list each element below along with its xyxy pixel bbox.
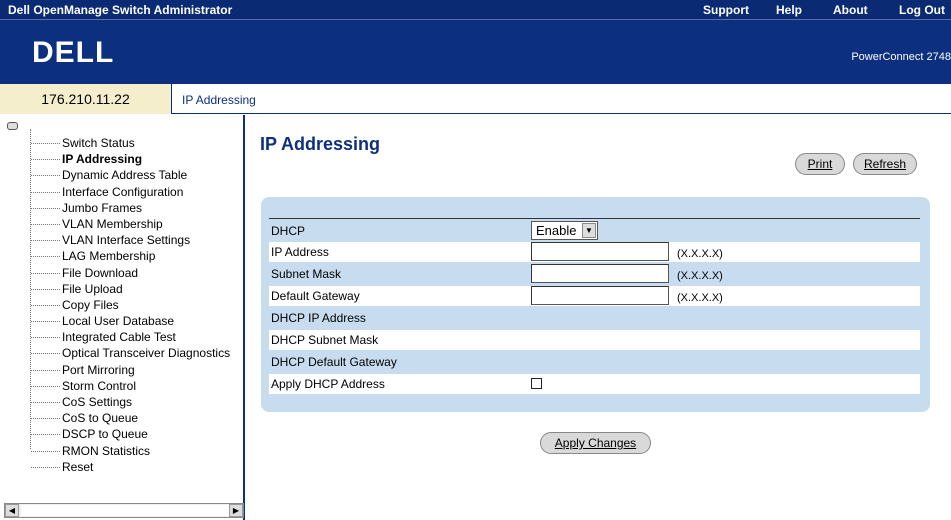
main-content: IP Addressing Print Refresh DHCP Enable …	[247, 115, 951, 520]
tree-item-interface-configuration[interactable]: Interface Configuration	[0, 184, 230, 200]
dhcp-label: DHCP	[271, 224, 306, 238]
top-menu-bar: Dell OpenManage Switch Administrator Sup…	[0, 0, 951, 20]
menu-support[interactable]: Support	[703, 3, 749, 17]
tree-item-label: DSCP to Queue	[62, 427, 148, 442]
panel-divider	[269, 218, 920, 219]
tree-item-local-user-database[interactable]: Local User Database	[0, 313, 230, 329]
tree-item-vlan-membership[interactable]: VLAN Membership	[0, 216, 230, 232]
device-ip: 176.210.11.22	[0, 84, 172, 114]
page-title: IP Addressing	[260, 134, 381, 154]
tree-item-switch-status[interactable]: Switch Status	[0, 135, 230, 151]
app-title: Dell OpenManage Switch Administrator	[8, 3, 233, 17]
tree-item-label: Storm Control	[62, 378, 137, 393]
tree-item-label: Dynamic Address Table	[62, 168, 188, 183]
tree-item-storm-control[interactable]: Storm Control	[0, 378, 230, 394]
menu-help[interactable]: Help	[776, 3, 802, 17]
tree-item-rmon-statistics[interactable]: RMON Statistics	[0, 443, 230, 459]
tree-list: Switch Status IP Addressing Dynamic Addr…	[0, 135, 230, 475]
settings-panel: DHCP Enable ▼ IP Address (X.X.X.X) Subne…	[261, 197, 930, 412]
default-gateway-label: Default Gateway	[271, 289, 360, 303]
dhcp-select[interactable]: Enable ▼	[531, 221, 598, 240]
ip-address-label: IP Address	[271, 245, 329, 259]
ip-address-input[interactable]	[531, 242, 669, 261]
ip-address-row: IP Address (X.X.X.X)	[269, 242, 920, 262]
tree-item-label: LAG Membership	[62, 249, 156, 264]
gateway-format-hint: (X.X.X.X)	[677, 292, 723, 304]
apply-dhcp-checkbox[interactable]	[531, 378, 542, 389]
dhcp-subnet-mask-row: DHCP Subnet Mask	[269, 330, 920, 350]
scrollbar-track[interactable]	[21, 505, 229, 516]
apply-dhcp-address-row: Apply DHCP Address	[269, 374, 920, 394]
dhcp-ip-address-label: DHCP IP Address	[271, 311, 366, 325]
tree-item-optical-transceiver-diagnostics[interactable]: Optical Transceiver Diagnostics	[0, 345, 230, 361]
tree-item-label: Switch Status	[62, 136, 135, 150]
tree-item-integrated-cable-test[interactable]: Integrated Cable Test	[0, 329, 230, 345]
subnet-mask-row: Subnet Mask (X.X.X.X)	[269, 264, 920, 284]
tree-item-cos-settings[interactable]: CoS Settings	[0, 394, 230, 410]
print-button[interactable]: Print	[795, 153, 845, 175]
subnet-mask-label: Subnet Mask	[271, 267, 342, 281]
tree-item-vlan-interface-settings[interactable]: VLAN Interface Settings	[0, 232, 230, 248]
dhcp-ip-address-row: DHCP IP Address	[269, 308, 920, 328]
tree-item-port-mirroring[interactable]: Port Mirroring	[0, 362, 230, 378]
ip-format-hint: (X.X.X.X)	[677, 248, 723, 260]
menu-about[interactable]: About	[833, 3, 868, 17]
horizontal-scrollbar[interactable]: ◀ ▶	[4, 503, 244, 518]
subnet-mask-input[interactable]	[531, 264, 669, 283]
tree-item-file-download[interactable]: File Download	[0, 265, 230, 281]
scroll-left-icon[interactable]: ◀	[5, 504, 19, 517]
apply-changes-button[interactable]: Apply Changes	[540, 432, 651, 454]
tree-item-label: Reset	[62, 459, 94, 474]
tree-item-label: CoS to Queue	[62, 411, 139, 426]
tree-item-label: Port Mirroring	[62, 362, 135, 377]
dell-logo: DELL	[32, 36, 115, 69]
tree-item-label: RMON Statistics	[62, 443, 151, 458]
tree-item-dscp-to-queue[interactable]: DSCP to Queue	[0, 426, 230, 442]
tree-item-label: CoS Settings	[62, 395, 133, 409]
menu-logout[interactable]: Log Out	[899, 3, 945, 17]
refresh-button[interactable]: Refresh	[853, 153, 917, 175]
apply-dhcp-address-label: Apply DHCP Address	[271, 377, 385, 391]
tree-item-lag-membership[interactable]: LAG Membership	[0, 248, 230, 264]
tree-item-jumbo-frames[interactable]: Jumbo Frames	[0, 200, 230, 216]
breadcrumb: 176.210.11.22 IP Addressing	[0, 84, 951, 114]
dhcp-default-gateway-row: DHCP Default Gateway	[269, 352, 920, 372]
tree-item-label: Local User Database	[62, 314, 175, 329]
dhcp-select-value: Enable	[536, 223, 577, 238]
tree-item-copy-files[interactable]: Copy Files	[0, 297, 230, 313]
tree-item-dynamic-address-table[interactable]: Dynamic Address Table	[0, 167, 230, 183]
tree-item-ip-addressing[interactable]: IP Addressing	[0, 151, 230, 167]
dhcp-subnet-mask-label: DHCP Subnet Mask	[271, 333, 379, 347]
tree-item-label: IP Addressing	[62, 152, 143, 167]
tree-item-label: Integrated Cable Test	[62, 330, 176, 345]
tree-item-label: Optical Transceiver Diagnostics	[62, 346, 231, 361]
dhcp-default-gateway-label: DHCP Default Gateway	[271, 355, 397, 369]
tree-item-reset[interactable]: Reset	[0, 459, 230, 475]
product-name: PowerConnect 2748	[851, 51, 951, 63]
chevron-down-icon[interactable]: ▼	[582, 223, 596, 238]
default-gateway-row: Default Gateway (X.X.X.X)	[269, 286, 920, 306]
dhcp-row: DHCP Enable ▼	[269, 221, 920, 241]
tree-item-label: VLAN Membership	[62, 216, 163, 231]
tree-item-label: VLAN Interface Settings	[62, 233, 191, 248]
tree-item-label: Jumbo Frames	[62, 200, 143, 215]
tree-item-label: Copy Files	[62, 297, 119, 312]
header-banner: DELL PowerConnect 2748	[0, 20, 951, 84]
tree-item-label: File Upload	[62, 281, 123, 296]
navigation-tree: Switch Status IP Addressing Dynamic Addr…	[0, 115, 245, 520]
subnet-format-hint: (X.X.X.X)	[677, 270, 723, 282]
default-gateway-input[interactable]	[531, 286, 669, 305]
tree-item-label: File Download	[62, 265, 139, 280]
tree-item-cos-to-queue[interactable]: CoS to Queue	[0, 410, 230, 426]
tree-item-file-upload[interactable]: File Upload	[0, 281, 230, 297]
tree-item-label: Interface Configuration	[62, 184, 184, 199]
tree-root-icon[interactable]	[7, 122, 18, 130]
scroll-right-icon[interactable]: ▶	[229, 504, 243, 517]
breadcrumb-page[interactable]: IP Addressing	[182, 93, 256, 107]
